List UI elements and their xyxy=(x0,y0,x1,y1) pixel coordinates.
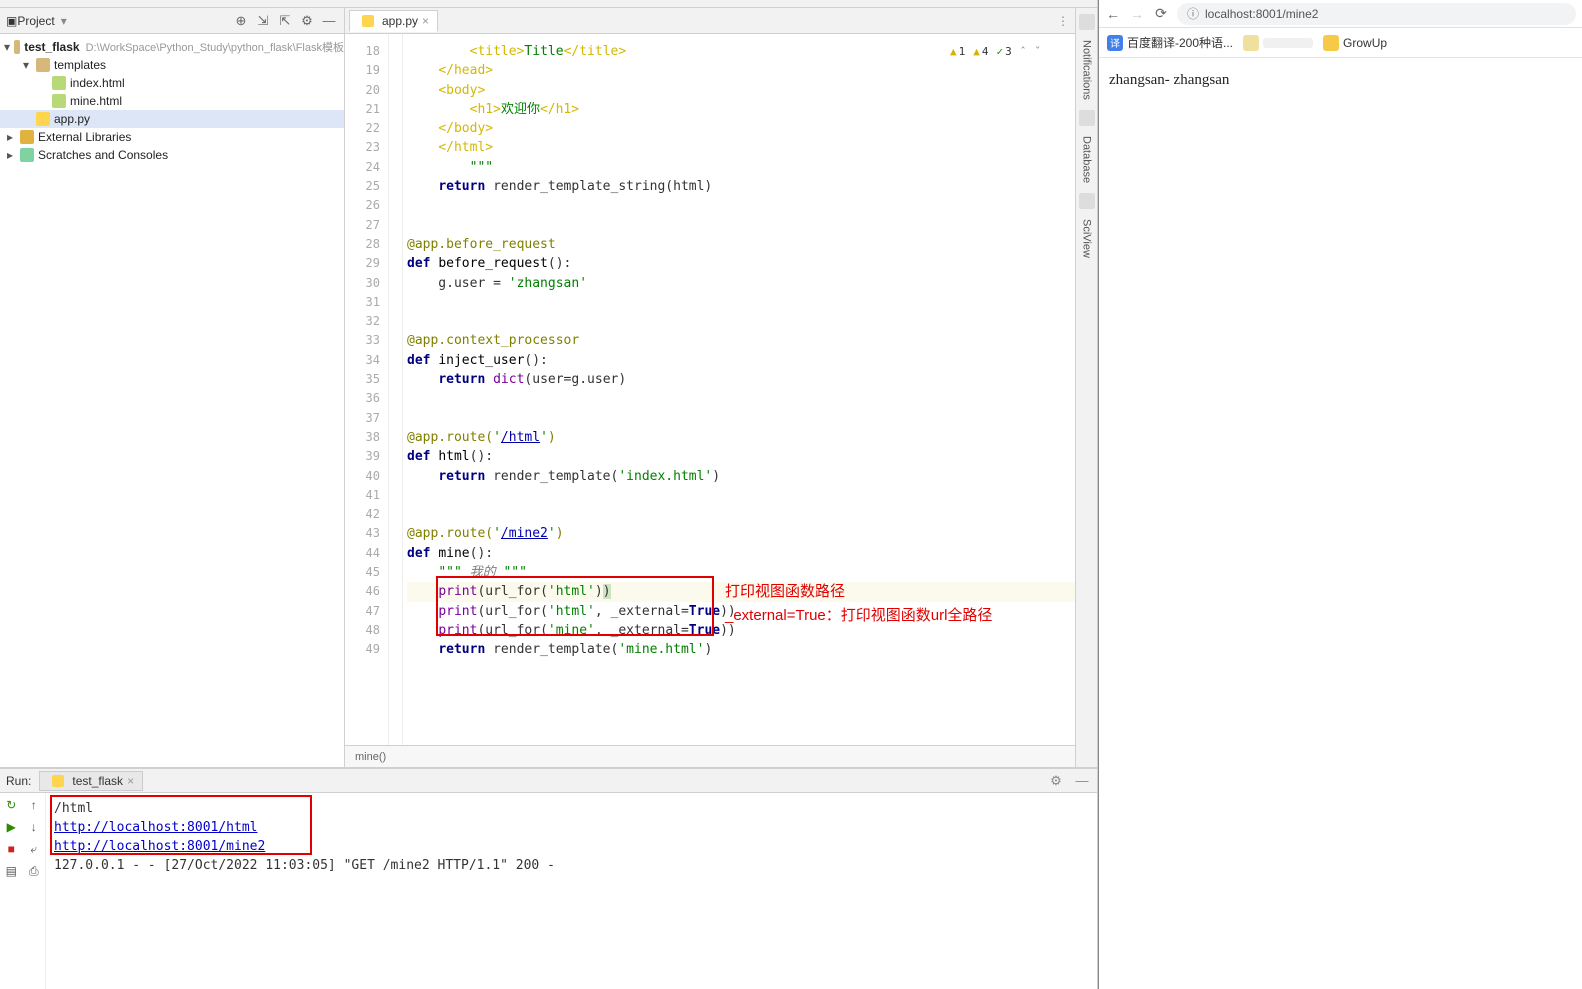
bookmark-icon xyxy=(1243,35,1259,51)
page-content: zhangsan- zhangsan xyxy=(1099,58,1582,989)
project-root[interactable]: ▾ test_flask D:\WorkSpace\Python_Study\p… xyxy=(0,38,344,56)
file-index-html[interactable]: index.html xyxy=(0,74,344,92)
console-line: 127.0.0.1 - - [27/Oct/2022 11:03:05] "GE… xyxy=(54,856,1089,875)
print-icon[interactable]: ⎙ xyxy=(26,863,42,879)
database-icon[interactable] xyxy=(1079,110,1095,126)
project-name: test_flask xyxy=(24,40,79,54)
database-tab[interactable]: Database xyxy=(1081,136,1093,183)
down-icon[interactable]: ↓ xyxy=(26,819,42,835)
console-line: /html xyxy=(54,799,1089,818)
python-file-icon xyxy=(36,112,50,126)
editor-tabs: app.py × ⋮ xyxy=(345,8,1075,34)
notifications-tab[interactable]: Notifications xyxy=(1081,40,1093,100)
run-console[interactable]: /html http://localhost:8001/html http://… xyxy=(46,793,1097,989)
project-tool-window: ▣ Project ▾ ⊕ ⇲ ⇱ ⚙ — ▾ test_flask xyxy=(0,8,345,767)
scratches-consoles[interactable]: ▸ Scratches and Consoles xyxy=(0,146,344,164)
file-app-py[interactable]: app.py xyxy=(0,110,344,128)
browser-window: ← → ⟳ ⓘ localhost:8001/mine2 译 百度翻译-200种… xyxy=(1098,0,1582,989)
close-icon[interactable]: × xyxy=(127,774,134,788)
close-icon[interactable]: × xyxy=(422,14,429,28)
run-config-tab[interactable]: test_flask × xyxy=(39,771,143,791)
ide-top-strip xyxy=(0,0,1097,8)
gear-icon[interactable]: ⚙ xyxy=(1047,772,1065,790)
sciview-tab[interactable]: SciView xyxy=(1081,219,1093,258)
html-file-icon xyxy=(52,76,66,90)
info-icon[interactable]: ⓘ xyxy=(1187,5,1199,22)
collapse-icon[interactable]: ⇱ xyxy=(276,12,294,30)
breadcrumb[interactable]: mine() xyxy=(345,745,1075,767)
python-file-icon xyxy=(52,775,64,787)
project-path: D:\WorkSpace\Python_Study\python_flask\F… xyxy=(86,39,344,55)
bookmark-growup[interactable]: GrowUp xyxy=(1323,35,1387,51)
typo-icon: ✓ xyxy=(997,42,1004,61)
url-text: localhost:8001/mine2 xyxy=(1205,7,1318,21)
folder-icon xyxy=(14,40,20,54)
hide-icon[interactable]: — xyxy=(320,12,338,30)
code-editor[interactable]: <title>Title</title> </head> <body> <h1>… xyxy=(403,34,1075,745)
more-icon[interactable]: ⋮ xyxy=(1057,14,1069,28)
inspection-widget[interactable]: ▲1 ▲4 ✓3 ˆ ˇ xyxy=(946,40,1045,63)
html-file-icon xyxy=(52,94,66,108)
line-gutter[interactable]: 1819202122232425262728293031323334353637… xyxy=(345,34,389,745)
bookmark-blank[interactable] xyxy=(1243,35,1313,51)
templates-folder[interactable]: ▾ templates xyxy=(0,56,344,74)
editor-tab-app-py[interactable]: app.py × xyxy=(349,10,438,32)
sciview-icon[interactable] xyxy=(1079,193,1095,209)
annotation-text: 打印视图函数路径 _external=True：打印视图函数url全路径 xyxy=(725,580,992,628)
address-bar[interactable]: ⓘ localhost:8001/mine2 xyxy=(1177,3,1576,25)
locate-icon[interactable]: ⊕ xyxy=(232,12,250,30)
folder-icon: ▣ xyxy=(6,14,17,28)
chevron-up-icon[interactable]: ˆ xyxy=(1020,42,1027,61)
fold-gutter[interactable] xyxy=(389,34,403,745)
folder-icon xyxy=(36,58,50,72)
hide-icon[interactable]: — xyxy=(1073,772,1091,790)
project-tab-label[interactable]: Project xyxy=(17,14,54,28)
run-icon[interactable]: ▶ xyxy=(3,819,19,835)
run-label: Run: xyxy=(6,774,31,788)
run-toolbar: ↻ ▶ ■ ▤ ↑ ↓ ⤶ ⎙ xyxy=(0,793,46,989)
bookmark-baidu[interactable]: 译 百度翻译-200种语... xyxy=(1107,34,1233,51)
up-icon[interactable]: ↑ xyxy=(26,797,42,813)
scratch-icon xyxy=(20,148,34,162)
forward-icon[interactable]: → xyxy=(1129,6,1145,22)
stop-icon[interactable]: ■ xyxy=(3,841,19,857)
bookmark-icon: 译 xyxy=(1107,35,1123,51)
chevron-down-icon[interactable]: ˇ xyxy=(1034,42,1041,61)
dropdown-icon[interactable]: ▾ xyxy=(61,14,67,28)
reload-icon[interactable]: ⟳ xyxy=(1153,5,1169,22)
warning-icon: ▲ xyxy=(973,42,980,61)
run-tool-window: Run: test_flask × ⚙ — ↻ ▶ xyxy=(0,767,1097,989)
right-tool-strip: Notifications Database SciView xyxy=(1075,8,1097,767)
notifications-icon[interactable] xyxy=(1079,14,1095,30)
console-link[interactable]: http://localhost:8001/mine2 xyxy=(54,839,265,854)
wrap-icon[interactable]: ⤶ xyxy=(26,841,42,857)
library-icon xyxy=(20,130,34,144)
console-link[interactable]: http://localhost:8001/html xyxy=(54,820,258,835)
warning-icon: ▲ xyxy=(950,42,957,61)
rerun-icon[interactable]: ↻ xyxy=(3,797,19,813)
bookmarks-bar: 译 百度翻译-200种语... GrowUp xyxy=(1099,28,1582,58)
python-file-icon xyxy=(362,15,374,27)
folder-icon xyxy=(1323,35,1339,51)
expand-icon[interactable]: ⇲ xyxy=(254,12,272,30)
layout-icon[interactable]: ▤ xyxy=(3,863,19,879)
project-tree[interactable]: ▾ test_flask D:\WorkSpace\Python_Study\p… xyxy=(0,34,344,168)
back-icon[interactable]: ← xyxy=(1105,6,1121,22)
external-libraries[interactable]: ▸ External Libraries xyxy=(0,128,344,146)
file-mine-html[interactable]: mine.html xyxy=(0,92,344,110)
gear-icon[interactable]: ⚙ xyxy=(298,12,316,30)
